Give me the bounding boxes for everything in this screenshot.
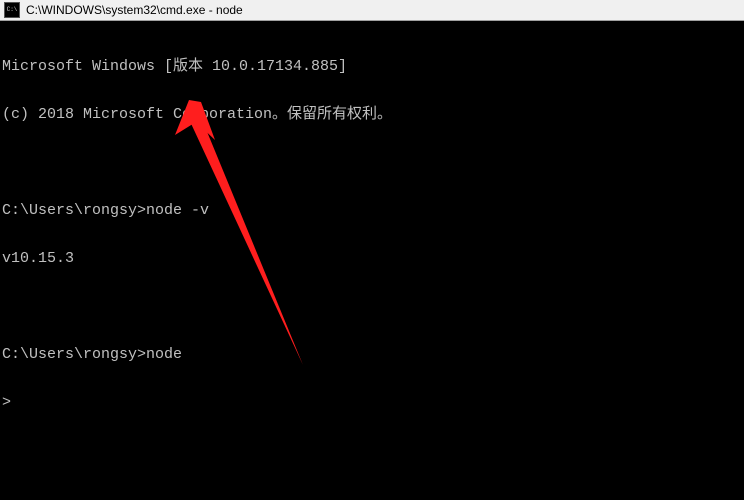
terminal-line: [2, 155, 742, 171]
cmd-icon-label: C:\: [7, 7, 18, 13]
terminal-line: [2, 299, 742, 315]
terminal-line: v10.15.3: [2, 251, 742, 267]
terminal-line: C:\Users\rongsy>node -v: [2, 203, 742, 219]
terminal-line: Microsoft Windows [版本 10.0.17134.885]: [2, 59, 742, 75]
titlebar[interactable]: C:\ C:\WINDOWS\system32\cmd.exe - node: [0, 0, 744, 21]
terminal-line: C:\Users\rongsy>node: [2, 347, 742, 363]
cmd-window: C:\ C:\WINDOWS\system32\cmd.exe - node M…: [0, 0, 744, 500]
terminal-line: >: [2, 395, 742, 411]
cmd-icon: C:\: [4, 2, 20, 18]
terminal-area[interactable]: Microsoft Windows [版本 10.0.17134.885] (c…: [0, 21, 744, 500]
terminal-line: (c) 2018 Microsoft Corporation。保留所有权利。: [2, 107, 742, 123]
window-title: C:\WINDOWS\system32\cmd.exe - node: [26, 3, 740, 17]
